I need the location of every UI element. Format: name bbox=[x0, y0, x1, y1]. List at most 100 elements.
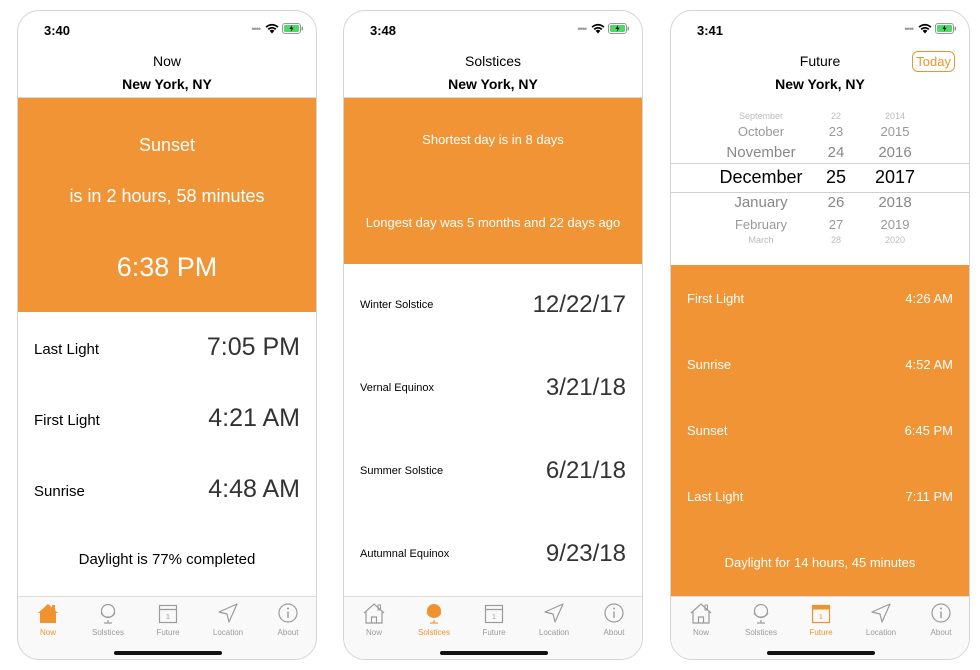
future-times-panel: First Light 4:26 AM Sunrise 4:52 AM Suns… bbox=[671, 265, 969, 596]
picker-day-option[interactable]: 23 bbox=[821, 124, 851, 139]
picker-day-option[interactable]: 27 bbox=[821, 217, 851, 232]
picker-month-selected[interactable]: December bbox=[711, 167, 811, 188]
calendar-icon: 1 bbox=[811, 604, 831, 624]
list-item: Sunrise 4:52 AM bbox=[687, 357, 953, 372]
tab-location[interactable]: Location bbox=[851, 601, 911, 637]
tab-solstices[interactable]: Solstices bbox=[78, 601, 138, 637]
list-item: Summer Solstice 6/21/18 bbox=[360, 457, 626, 484]
tab-now[interactable]: Now bbox=[671, 601, 731, 637]
globe-icon bbox=[753, 603, 769, 624]
picker-day-option[interactable]: 26 bbox=[821, 194, 851, 211]
location-arrow-icon bbox=[871, 603, 891, 623]
next-event-panel: Sunset is in 2 hours, 58 minutes 6:38 PM bbox=[18, 98, 316, 312]
list-item: Last Light 7:11 PM bbox=[687, 489, 953, 504]
picker-year-option[interactable]: 2018 bbox=[867, 194, 923, 211]
event-eta: is in 2 hours, 58 minutes bbox=[69, 186, 265, 206]
picker-day-selected[interactable]: 25 bbox=[821, 167, 851, 188]
tab-solstices[interactable]: Solstices bbox=[731, 601, 791, 637]
picker-year-option[interactable]: 2014 bbox=[867, 111, 923, 121]
house-icon bbox=[38, 604, 58, 623]
tab-future[interactable]: 1 Future bbox=[464, 601, 524, 637]
tab-about[interactable]: About bbox=[911, 601, 969, 637]
daylight-progress-text: Daylight is 77% completed bbox=[78, 551, 256, 568]
shortest-day-text: Shortest day is in 8 days bbox=[422, 132, 564, 147]
phone-screen-solstices: 3:48 •••• Solstices New York, NY Shortes… bbox=[343, 10, 643, 660]
solstice-summary-panel: Shortest day is in 8 days Longest day wa… bbox=[344, 98, 642, 264]
globe-icon bbox=[100, 603, 116, 624]
list-item: Sunset 6:45 PM bbox=[687, 423, 953, 438]
cellular-signal-icon: •••• bbox=[577, 23, 587, 34]
picker-day-option[interactable]: 24 bbox=[821, 144, 851, 161]
globe-icon bbox=[426, 604, 442, 624]
tab-solstices[interactable]: Solstices bbox=[404, 601, 464, 637]
picker-year-selected[interactable]: 2017 bbox=[867, 167, 923, 188]
picker-year-option[interactable]: 2015 bbox=[867, 124, 923, 139]
picker-month-option[interactable]: January bbox=[711, 194, 811, 211]
today-button[interactable]: Today bbox=[912, 51, 955, 72]
picker-month-option[interactable]: November bbox=[711, 144, 811, 161]
picker-year-option[interactable]: 2016 bbox=[867, 144, 923, 161]
tab-future[interactable]: 1 Future bbox=[138, 601, 198, 637]
cellular-signal-icon: •••• bbox=[251, 23, 261, 34]
svg-text:1: 1 bbox=[166, 614, 170, 621]
status-time: 3:41 bbox=[697, 23, 724, 38]
tab-location[interactable]: Location bbox=[198, 601, 258, 637]
calendar-icon: 1 bbox=[484, 604, 504, 624]
cellular-signal-icon: •••• bbox=[904, 23, 914, 34]
nav-bar: Now New York, NY bbox=[18, 47, 316, 98]
nav-title: Solstices bbox=[464, 53, 522, 69]
daylight-duration-text: Daylight for 14 hours, 45 minutes bbox=[724, 555, 916, 570]
list-item: Vernal Equinox 3/21/18 bbox=[360, 374, 626, 401]
status-bar: 3:40 •••• bbox=[18, 11, 316, 47]
list-item: First Light 4:21 AM bbox=[34, 404, 300, 432]
list-item: First Light 4:26 AM bbox=[687, 291, 953, 306]
picker-month-option[interactable]: October bbox=[711, 124, 811, 139]
picker-year-option[interactable]: 2019 bbox=[867, 217, 923, 232]
status-bar: 3:41 •••• bbox=[671, 11, 969, 47]
location-arrow-icon bbox=[218, 603, 238, 623]
location-label: New York, NY bbox=[448, 76, 538, 92]
status-bar: 3:48 •••• bbox=[344, 11, 642, 47]
tab-about[interactable]: About bbox=[584, 601, 642, 637]
home-indicator[interactable] bbox=[767, 651, 875, 655]
phone-screen-future: 3:41 •••• Future New York, NY Today Sept… bbox=[670, 10, 970, 660]
list-item: Autumnal Equinox 9/23/18 bbox=[360, 540, 626, 567]
wifi-icon bbox=[591, 23, 605, 34]
wifi-icon bbox=[265, 23, 279, 34]
picker-day-option[interactable]: 28 bbox=[821, 235, 851, 245]
list-item: Sunrise 4:48 AM bbox=[34, 475, 300, 503]
battery-charging-icon bbox=[608, 23, 630, 34]
battery-charging-icon bbox=[935, 23, 957, 34]
battery-charging-icon bbox=[282, 23, 304, 34]
tab-now[interactable]: Now bbox=[18, 601, 78, 637]
tab-future[interactable]: 1 Future bbox=[791, 601, 851, 637]
info-icon bbox=[931, 603, 951, 623]
picker-year-option[interactable]: 2020 bbox=[867, 235, 923, 245]
house-icon bbox=[363, 603, 385, 624]
info-icon bbox=[604, 603, 624, 623]
location-arrow-icon bbox=[544, 603, 564, 623]
list-item: Winter Solstice 12/22/17 bbox=[360, 291, 626, 318]
status-time: 3:40 bbox=[44, 23, 71, 38]
tab-now[interactable]: Now bbox=[344, 601, 404, 637]
home-indicator[interactable] bbox=[114, 651, 222, 655]
house-icon bbox=[690, 603, 712, 624]
phone-screen-now: 3:40 •••• Now New York, NY Sunset is in … bbox=[17, 10, 317, 660]
event-name: Sunset bbox=[138, 135, 196, 155]
svg-text:1: 1 bbox=[492, 614, 496, 621]
tab-location[interactable]: Location bbox=[524, 601, 584, 637]
wifi-icon bbox=[918, 23, 932, 34]
info-icon bbox=[278, 603, 298, 623]
picker-month-option[interactable]: September bbox=[711, 111, 811, 121]
date-picker[interactable]: September October November December Janu… bbox=[671, 99, 969, 264]
calendar-icon: 1 bbox=[158, 604, 178, 624]
svg-text:1: 1 bbox=[819, 614, 823, 621]
picker-day-option[interactable]: 22 bbox=[821, 111, 851, 121]
location-label: New York, NY bbox=[122, 76, 212, 92]
nav-bar: Solstices New York, NY bbox=[344, 47, 642, 98]
picker-month-option[interactable]: March bbox=[711, 235, 811, 245]
location-label: New York, NY bbox=[775, 76, 865, 92]
home-indicator[interactable] bbox=[440, 651, 548, 655]
picker-month-option[interactable]: February bbox=[711, 217, 811, 232]
tab-about[interactable]: About bbox=[258, 601, 316, 637]
